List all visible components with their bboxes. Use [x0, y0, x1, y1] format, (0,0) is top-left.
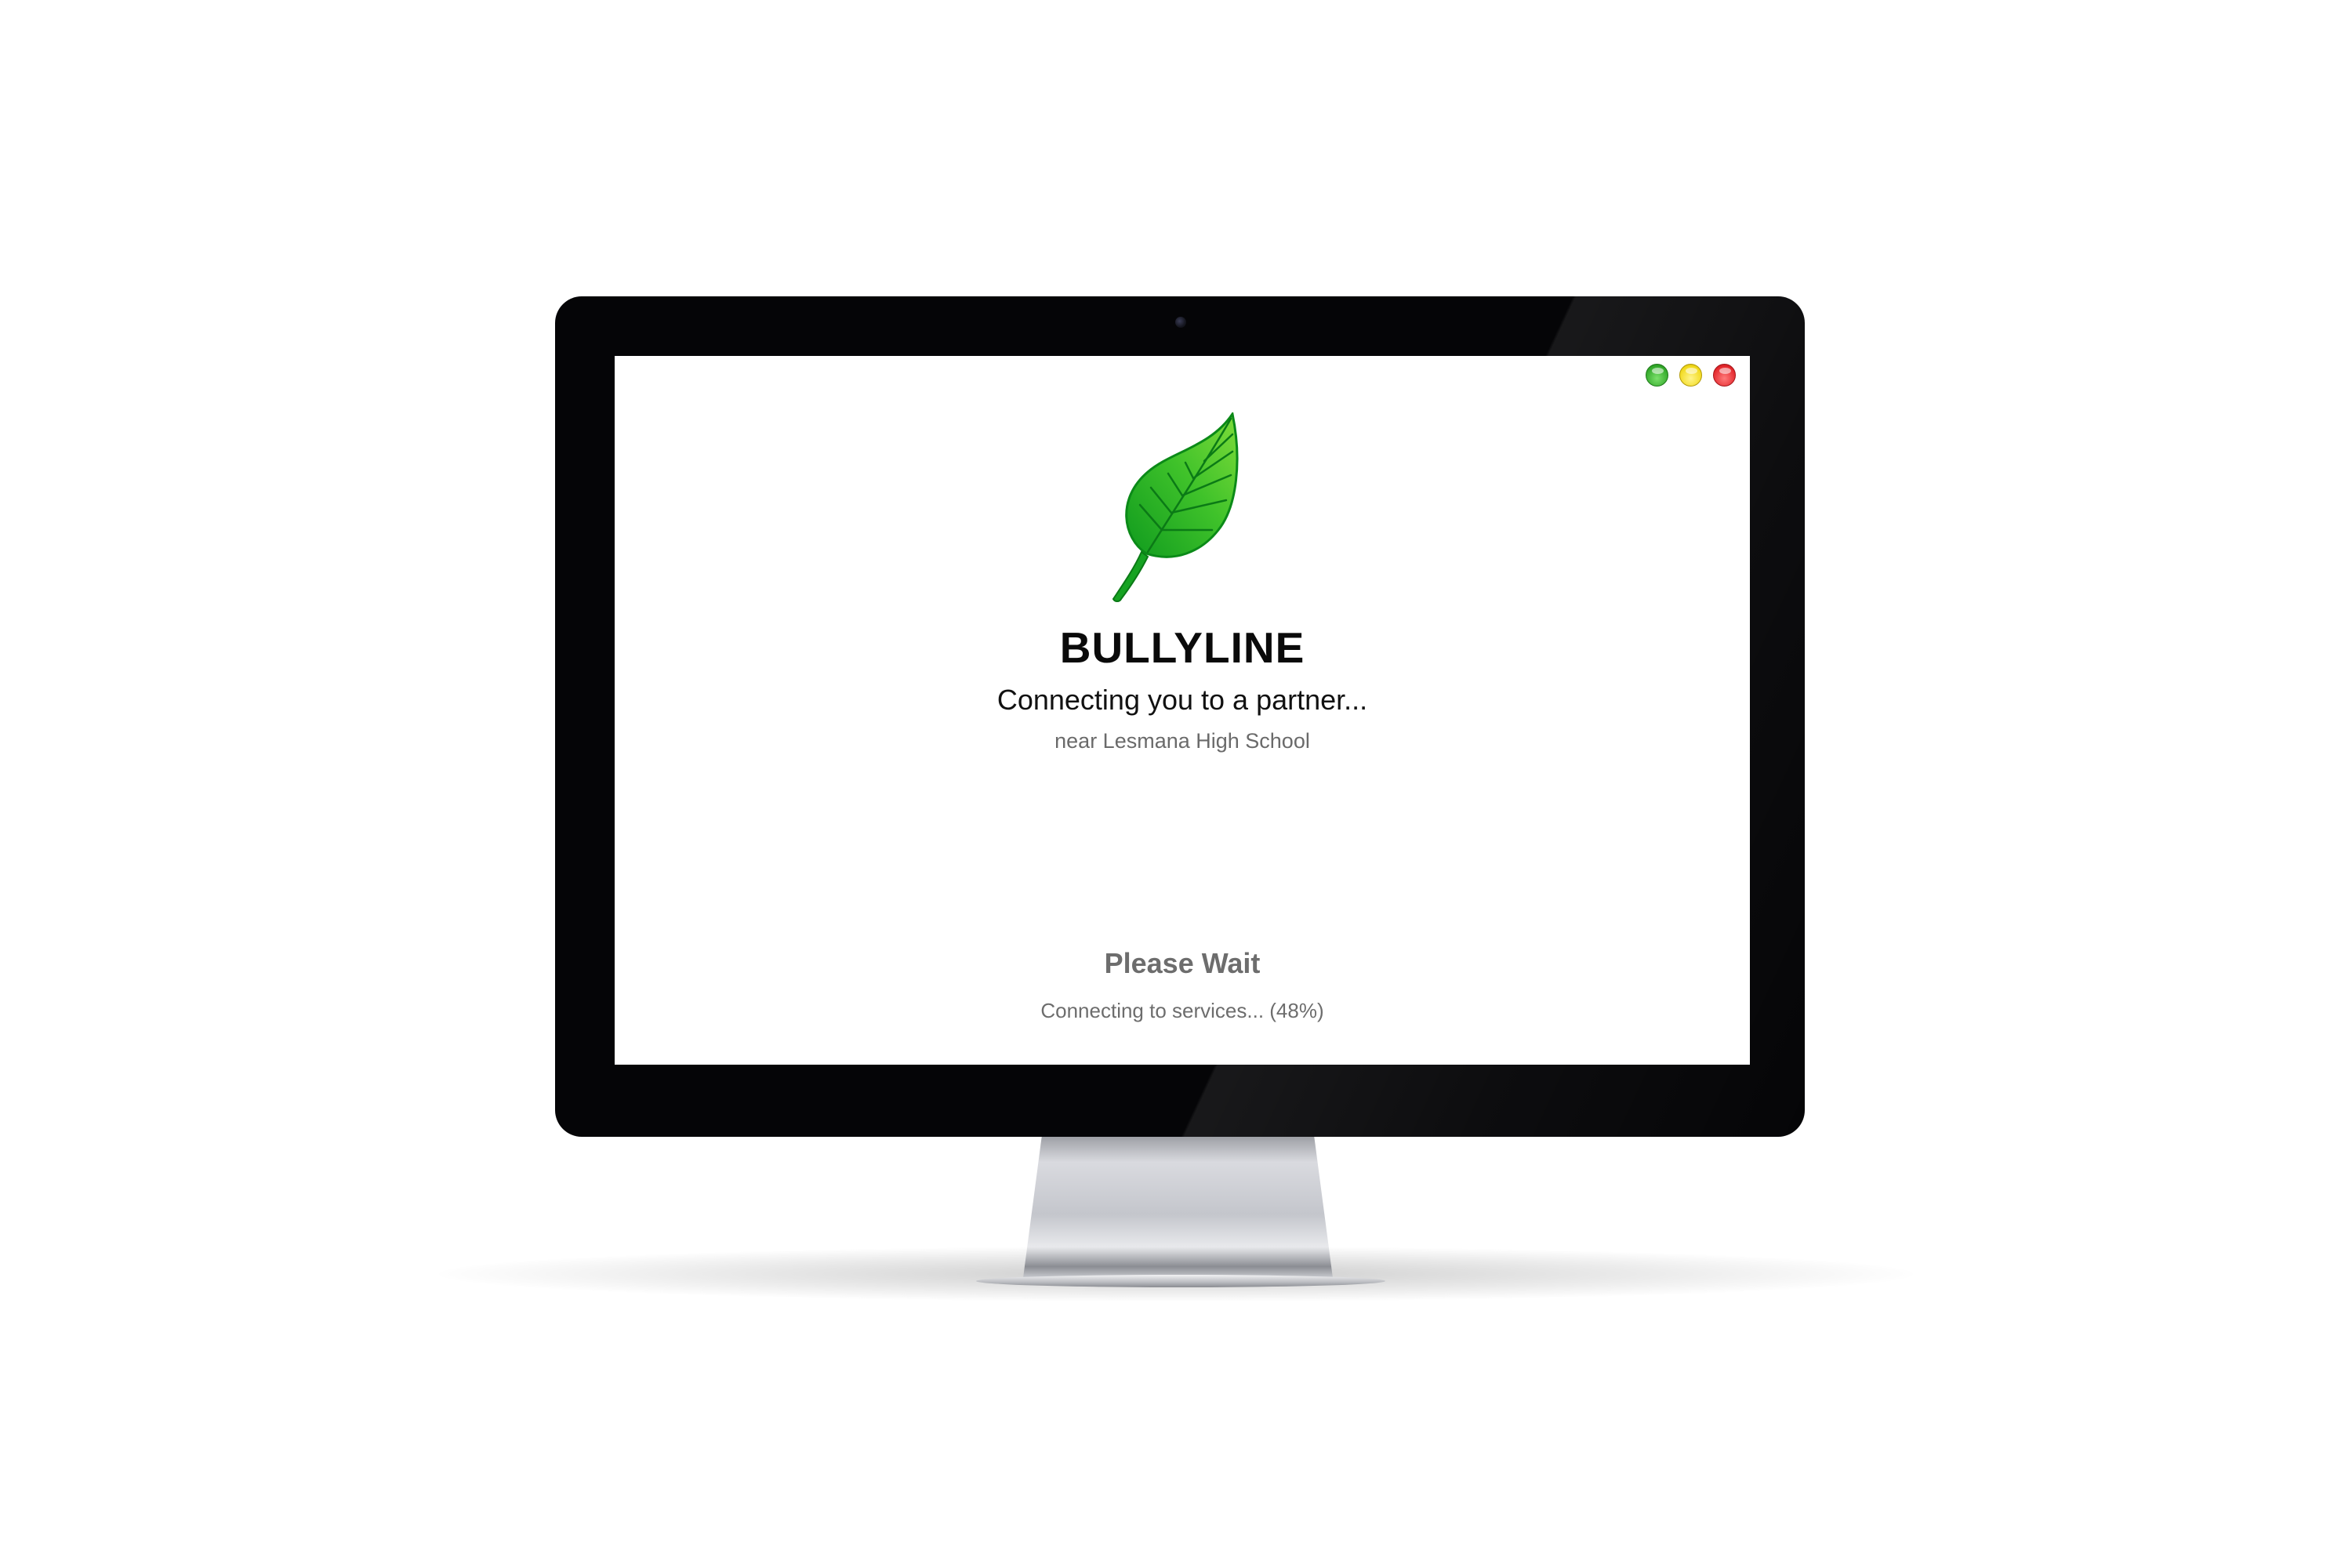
please-wait-label: Please Wait	[1104, 947, 1261, 979]
desktop-scene: BULLYLINE Connecting you to a partner...…	[0, 0, 2352, 1568]
connection-status: Connecting you to a partner...	[996, 684, 1368, 716]
monitor-stand	[1023, 1137, 1333, 1278]
leaf-icon	[1112, 412, 1239, 602]
progress-status: Connecting to services... (48%)	[1040, 999, 1324, 1022]
maximize-button[interactable]	[1646, 364, 1668, 387]
leaf-stem	[1112, 550, 1149, 602]
minimize-button[interactable]	[1679, 364, 1702, 387]
app-title: BULLYLINE	[1059, 623, 1305, 672]
app-window: BULLYLINE Connecting you to a partner...…	[615, 356, 1750, 1065]
window-controls	[1646, 364, 1736, 387]
close-button[interactable]	[1713, 364, 1736, 387]
monitor-stand-base	[976, 1275, 1385, 1287]
webcam	[1175, 317, 1186, 328]
location-label: near Lesmana High School	[1054, 729, 1310, 753]
